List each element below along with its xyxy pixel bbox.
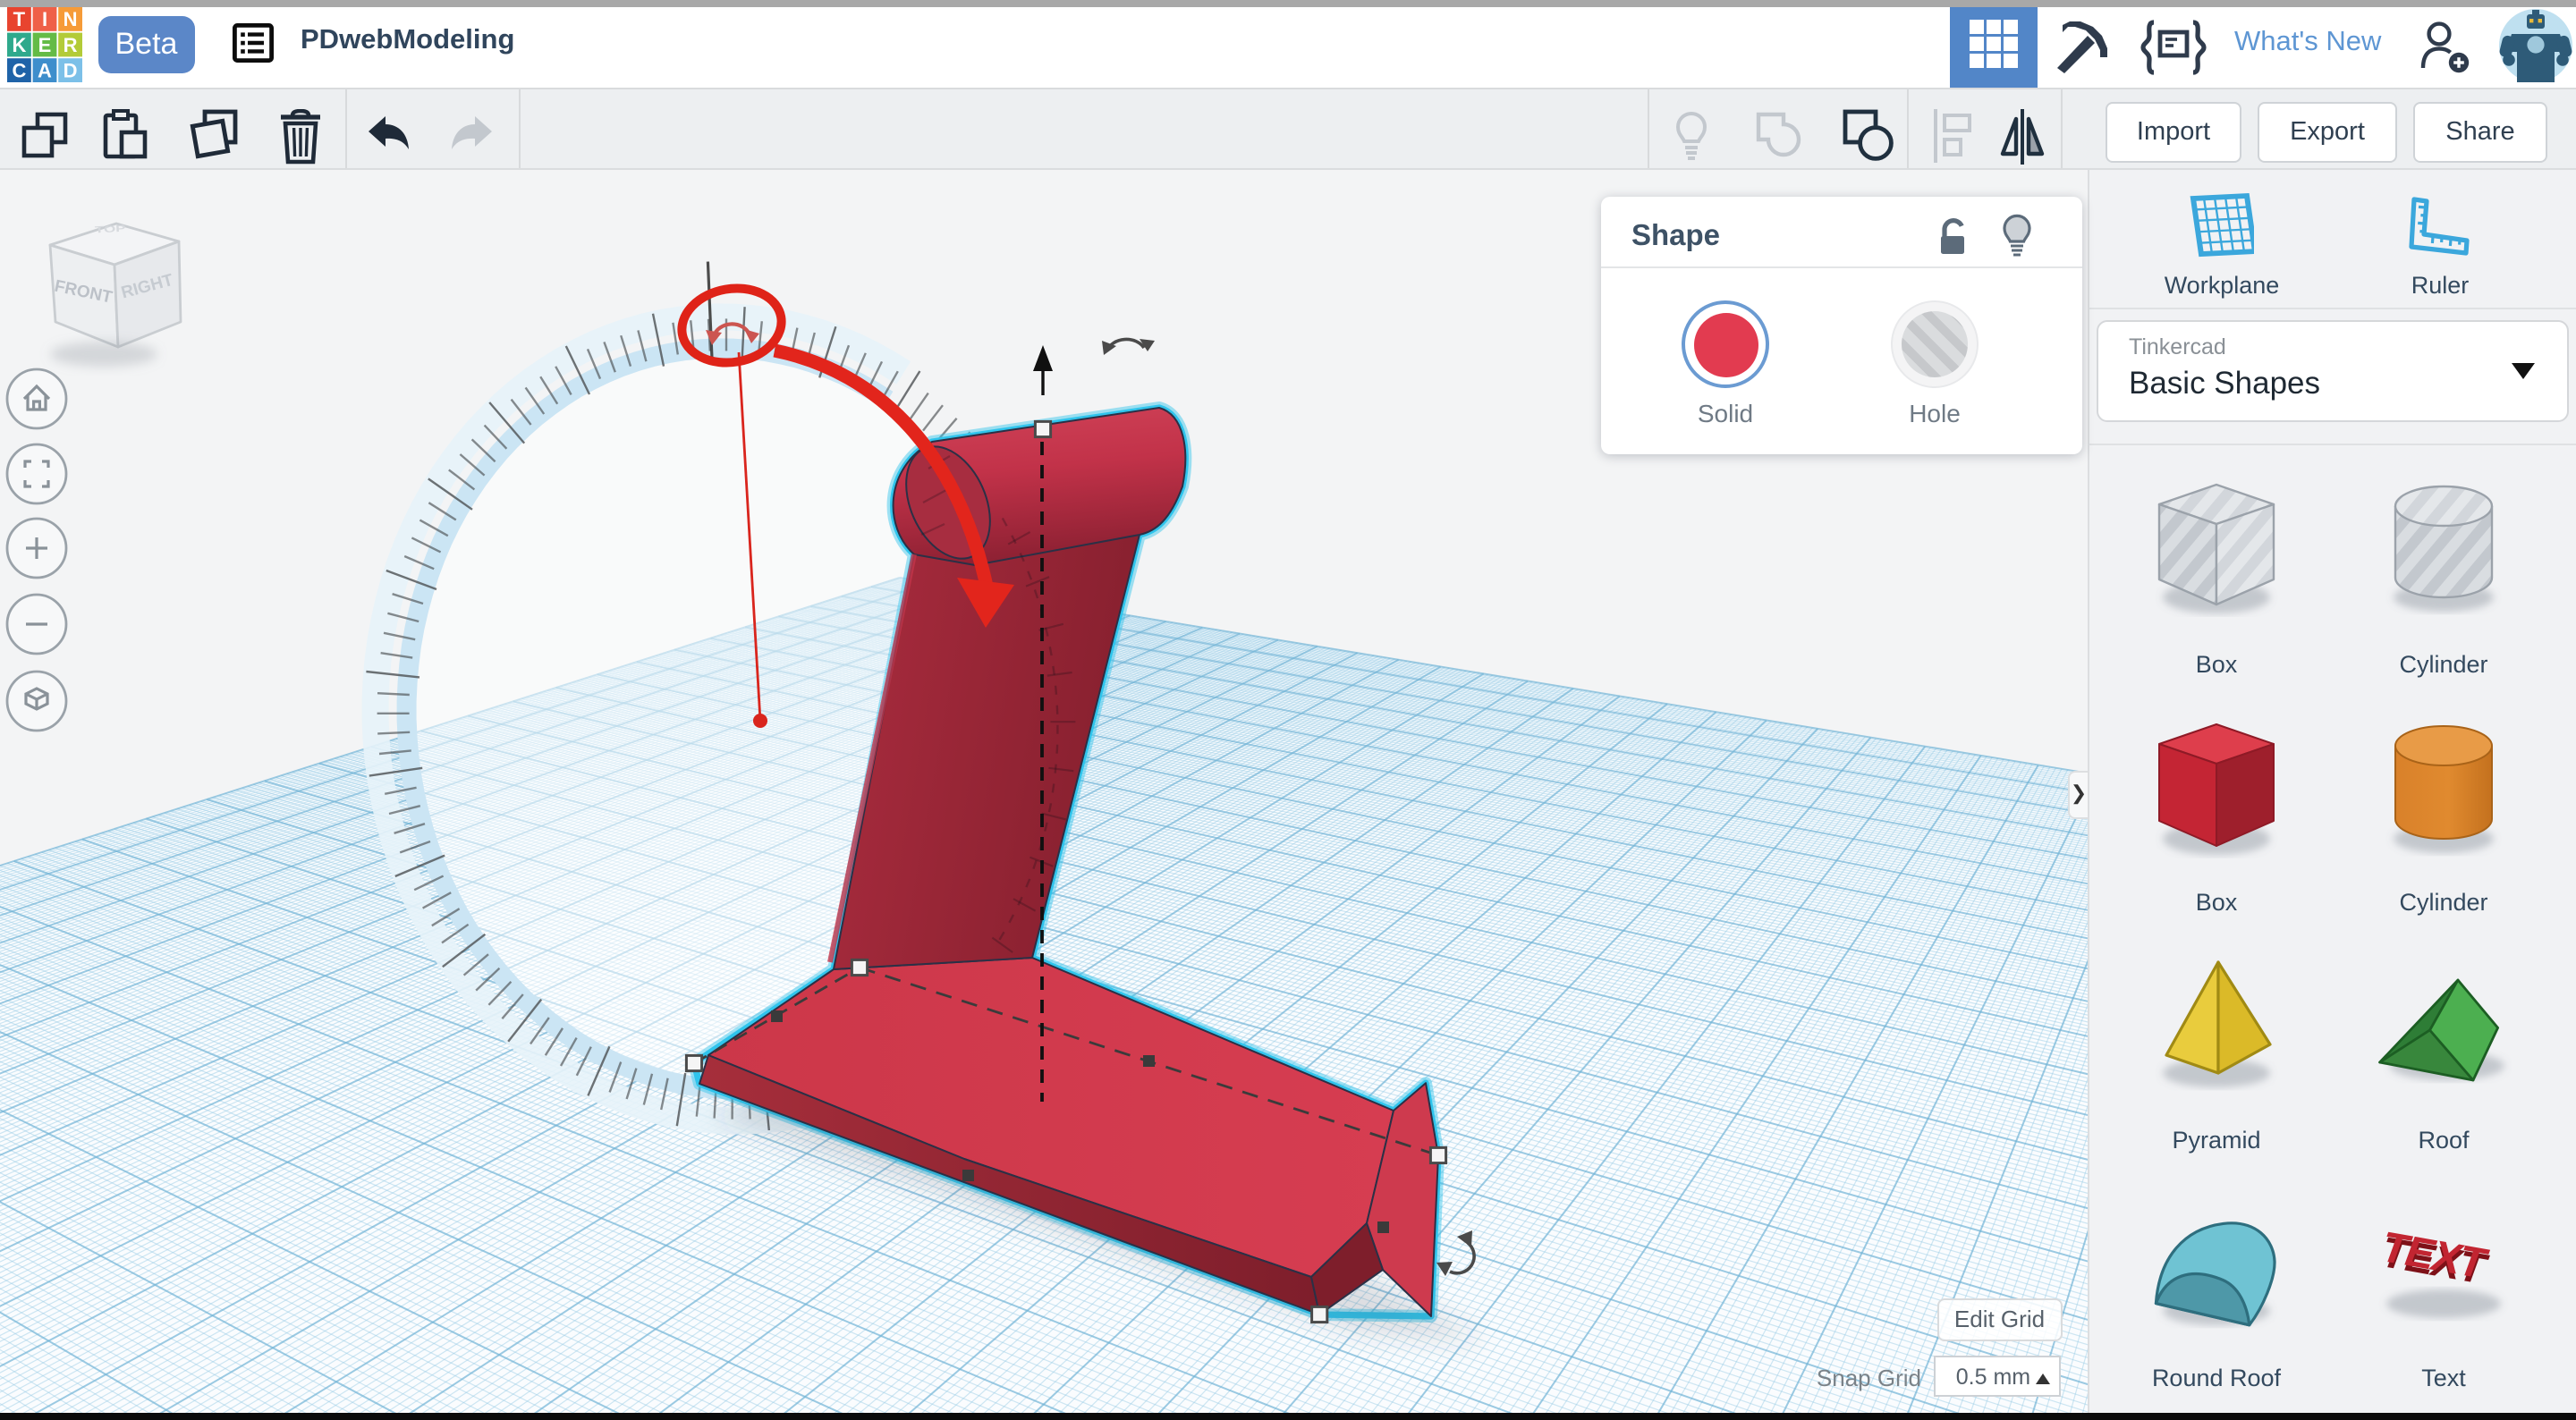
svg-text:C: C	[11, 59, 25, 81]
svg-text:D: D	[63, 59, 77, 81]
svg-text:E: E	[38, 34, 51, 56]
svg-text:I: I	[41, 8, 47, 30]
svg-text:K: K	[11, 34, 25, 56]
svg-text:R: R	[63, 34, 77, 56]
svg-text:TOP: TOP	[95, 223, 126, 235]
svg-text:T: T	[13, 8, 25, 30]
svg-text:N: N	[63, 8, 77, 30]
svg-text:A: A	[37, 59, 51, 81]
